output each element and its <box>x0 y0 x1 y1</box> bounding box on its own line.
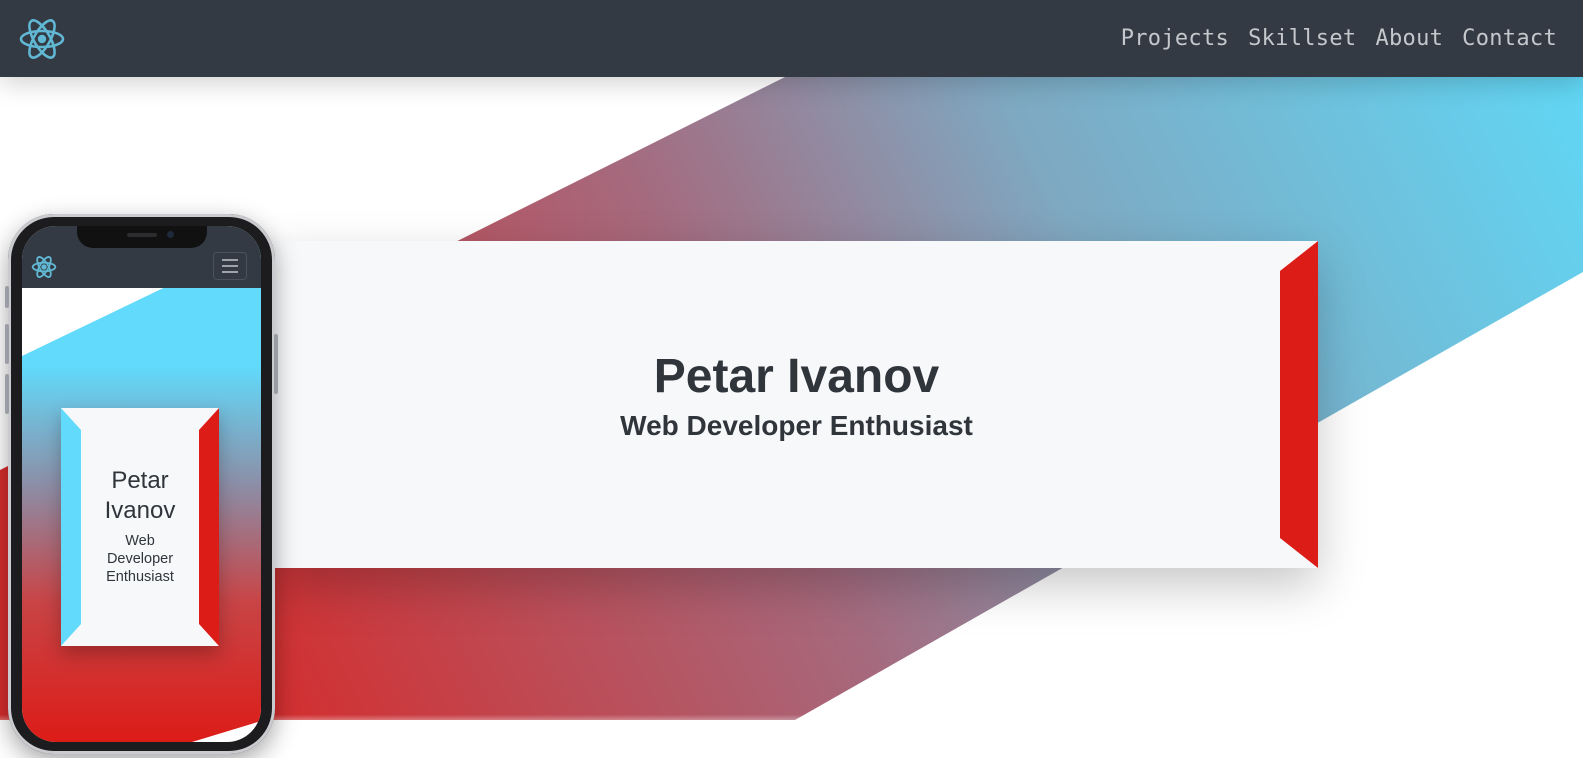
phone-speaker <box>127 233 157 237</box>
hero-name: Petar Ivanov <box>653 350 940 403</box>
phone-mockup: Petar Ivanov Web Developer Enthusiast <box>5 214 278 754</box>
hamburger-menu-icon[interactable] <box>213 252 247 280</box>
phone-name-line: Petar <box>111 467 169 494</box>
phone-role-line: Enthusiast <box>106 569 174 585</box>
phone-role-line: Web <box>125 533 155 549</box>
phone-role-line: Developer <box>106 551 174 567</box>
hero-role: Web Developer Enthusiast <box>620 410 973 441</box>
phone-card-accent-right <box>199 408 219 646</box>
hero-text: Petar Ivanov Web Developer Enthusiast <box>275 349 1318 443</box>
phone-camera <box>167 231 174 238</box>
phone-side-button <box>274 334 278 394</box>
phone-name-line: Ivanov <box>104 497 176 524</box>
phone-hero-card: Petar Ivanov Web Developer Enthusiast <box>61 408 219 646</box>
phone-side-button <box>5 374 9 414</box>
nav-link-about[interactable]: About <box>1375 26 1443 51</box>
top-navbar: Projects Skillset About Contact <box>0 0 1583 77</box>
react-atom-icon[interactable] <box>18 13 66 65</box>
phone-hero-text: Petar Ivanov Web Developer Enthusiast <box>81 466 199 586</box>
phone-notch <box>77 226 207 248</box>
hero-card: Petar Ivanov Web Developer Enthusiast <box>275 241 1318 568</box>
main-nav: Projects Skillset About Contact <box>1121 0 1557 77</box>
phone-hero-role: Web Developer Enthusiast <box>81 532 199 586</box>
react-atom-icon[interactable] <box>31 253 57 281</box>
phone-hero-name: Petar Ivanov <box>81 466 199 526</box>
phone-screen: Petar Ivanov Web Developer Enthusiast <box>22 226 261 742</box>
nav-link-projects[interactable]: Projects <box>1121 26 1229 51</box>
phone-side-button <box>5 286 9 308</box>
nav-link-contact[interactable]: Contact <box>1462 26 1557 51</box>
phone-card-accent-left <box>61 408 81 646</box>
nav-link-skillset[interactable]: Skillset <box>1248 26 1356 51</box>
phone-side-button <box>5 324 9 364</box>
